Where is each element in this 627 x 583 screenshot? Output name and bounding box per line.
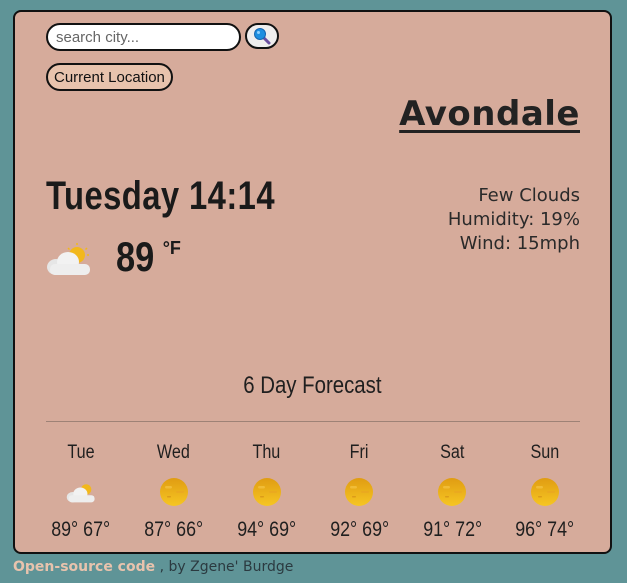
forecast-day: Tue 89° 67°: [46, 442, 116, 542]
forecast-day-temps: 96° 74°: [515, 518, 575, 541]
few-clouds-icon: [47, 243, 90, 275]
forecast-day-icon: [232, 472, 302, 512]
city-name: Avondale: [399, 94, 580, 134]
condition-text: Few Clouds: [478, 185, 580, 206]
forecast-title-text: 6 Day Forecast: [243, 372, 382, 399]
forecast-day-temps: 92° 69°: [329, 518, 389, 541]
forecast-day-name: Sun: [530, 442, 560, 463]
forecast-day: Thu 94° 69°: [232, 442, 302, 542]
forecast-day-name: Tue: [67, 442, 95, 463]
current-location-button[interactable]: Current Location: [46, 63, 173, 91]
footer: Open-source code , by Zgene' Burdge: [13, 559, 293, 575]
search-bar: [46, 23, 279, 51]
sun-icon: [159, 478, 188, 506]
humidity-text: Humidity: 19%: [447, 209, 580, 230]
forecast-day-icon: [46, 472, 116, 512]
forecast-day-temps: 91° 72°: [422, 518, 482, 541]
sun-icon: [530, 478, 559, 506]
few-clouds-icon: [66, 484, 95, 503]
forecast-day-icon: [139, 472, 209, 512]
sun-icon: [438, 478, 467, 506]
forecast-day-name: Thu: [252, 442, 281, 463]
search-button[interactable]: [245, 23, 279, 49]
weather-details: Few Clouds Humidity: 19% Wind: 15mph: [448, 184, 580, 256]
current-temperature: 89: [116, 233, 155, 280]
weather-card: Current Location Avondale Tuesday 14:14 …: [13, 10, 612, 554]
forecast-day-icon: [510, 472, 580, 512]
forecast-day-icon: [417, 472, 487, 512]
search-icon: [254, 28, 271, 45]
temperature-unit: °F: [162, 238, 181, 258]
current-weather: 89 °F: [46, 233, 181, 280]
divider: [46, 421, 580, 422]
forecast-day: Sat 91° 72°: [417, 442, 487, 542]
forecast-day: Fri 92° 69°: [324, 442, 394, 542]
forecast-day-temps: 87° 66°: [144, 518, 204, 541]
sun-icon: [252, 478, 281, 506]
wind-text: Wind: 15mph: [459, 233, 580, 254]
forecast-day-icon: [324, 472, 394, 512]
forecast-list: Tue 89° 67° Wed 87° 66° Thu 94° 69° Fri 92°…: [46, 442, 580, 542]
forecast-day: Sun 96° 74°: [510, 442, 580, 542]
forecast-day-name: Wed: [157, 442, 191, 463]
forecast-day-name: Sat: [440, 442, 465, 463]
forecast-day: Wed 87° 66°: [139, 442, 209, 542]
current-day-time: Tuesday 14:14: [46, 174, 275, 218]
forecast-day-name: Fri: [349, 442, 369, 463]
sun-icon: [345, 478, 374, 506]
open-source-link[interactable]: Open-source code: [13, 559, 155, 575]
forecast-title: 6 Day Forecast: [15, 372, 610, 400]
forecast-day-temps: 89° 67°: [51, 518, 111, 541]
author-credit: , by Zgene' Burdge: [155, 559, 294, 575]
search-input[interactable]: [46, 23, 241, 51]
forecast-day-temps: 94° 69°: [237, 518, 297, 541]
